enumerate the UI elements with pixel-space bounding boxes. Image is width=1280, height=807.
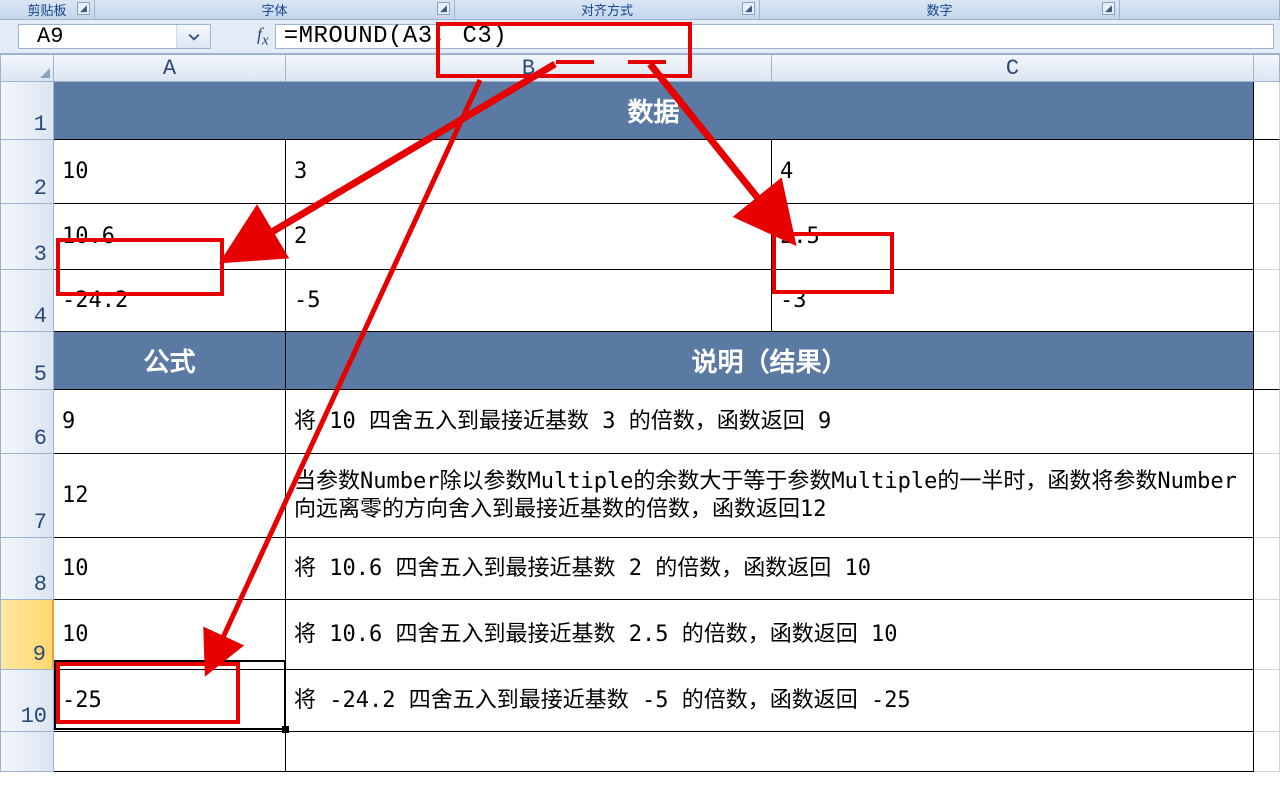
- cell-A2[interactable]: 10: [54, 140, 286, 204]
- cell-B4[interactable]: -5: [286, 270, 772, 332]
- cell-A3[interactable]: 10.6: [54, 204, 286, 270]
- row-8: 8 10 将 10.6 四舍五入到最接近基数 2 的倍数，函数返回 10: [0, 538, 1280, 600]
- ribbon-group-label: 字体: [261, 0, 287, 19]
- cell-A7[interactable]: 12: [54, 454, 286, 538]
- fx-icon[interactable]: fx: [251, 24, 275, 50]
- col-header-rest: [1254, 54, 1280, 82]
- row-header-3[interactable]: 3: [0, 204, 54, 270]
- row-7: 7 12 当参数Number除以参数Multiple的余数大于等于参数Multi…: [0, 454, 1280, 538]
- ribbon-group-label: 剪贴板: [27, 0, 66, 19]
- cell-B6[interactable]: 将 10 四舍五入到最接近基数 3 的倍数，函数返回 9: [286, 390, 1254, 454]
- name-box-value: A9: [19, 24, 176, 49]
- ribbon-group-rest: [1120, 0, 1280, 19]
- ribbon-group-alignment[interactable]: 对齐方式 ◢: [455, 0, 760, 19]
- cell-A6[interactable]: 9: [54, 390, 286, 454]
- row-1: 1 数据: [0, 82, 1280, 140]
- cell-B11[interactable]: [286, 732, 1254, 772]
- cell-B7[interactable]: 当参数Number除以参数Multiple的余数大于等于参数Multiple的一…: [286, 454, 1254, 538]
- cell-C4[interactable]: -3: [772, 270, 1254, 332]
- row-header-11[interactable]: [0, 732, 54, 772]
- name-box-dropdown[interactable]: [176, 25, 210, 48]
- ribbon-group-clipboard[interactable]: 剪贴板 ◢: [0, 0, 95, 19]
- cell-B5[interactable]: 说明（结果）: [286, 332, 1254, 390]
- ribbon-group-number[interactable]: 数字 ◢: [760, 0, 1120, 19]
- row-header-1[interactable]: 1: [0, 82, 54, 140]
- cell-C2[interactable]: 4: [772, 140, 1254, 204]
- ribbon-group-label: 数字: [926, 0, 952, 19]
- row-header-6[interactable]: 6: [0, 390, 54, 454]
- column-headers: A B C: [0, 54, 1280, 82]
- row-header-7[interactable]: 7: [0, 454, 54, 538]
- cell-A4[interactable]: -24.2: [54, 270, 286, 332]
- row-6: 6 9 将 10 四舍五入到最接近基数 3 的倍数，函数返回 9: [0, 390, 1280, 454]
- row-4: 4 -24.2 -5 -3: [0, 270, 1280, 332]
- name-box[interactable]: A9: [18, 24, 211, 49]
- cell-B8[interactable]: 将 10.6 四舍五入到最接近基数 2 的倍数，函数返回 10: [286, 538, 1254, 600]
- row-11: [0, 732, 1280, 772]
- cell-B2[interactable]: 3: [286, 140, 772, 204]
- row-header-9[interactable]: 9: [0, 600, 54, 670]
- ribbon-group-label: 对齐方式: [581, 0, 633, 19]
- cell-C3[interactable]: 2.5: [772, 204, 1254, 270]
- cell-B3[interactable]: 2: [286, 204, 772, 270]
- ribbon-group-labels: 剪贴板 ◢ 字体 ◢ 对齐方式 ◢ 数字 ◢: [0, 0, 1280, 20]
- cell-A11[interactable]: [54, 732, 286, 772]
- dialog-launcher-icon[interactable]: ◢: [77, 2, 90, 15]
- dialog-launcher-icon[interactable]: ◢: [437, 2, 450, 15]
- row-header-8[interactable]: 8: [0, 538, 54, 600]
- row-header-2[interactable]: 2: [0, 140, 54, 204]
- row-3: 3 10.6 2 2.5: [0, 204, 1280, 270]
- formula-text: =MROUND(A3, C3): [284, 23, 508, 50]
- formula-input[interactable]: =MROUND(A3, C3): [275, 24, 1274, 49]
- cell-A1[interactable]: 数据: [54, 82, 1254, 140]
- row-header-5[interactable]: 5: [0, 332, 54, 390]
- row-9: 9 10 将 10.6 四舍五入到最接近基数 2.5 的倍数，函数返回 10: [0, 600, 1280, 670]
- col-header-B[interactable]: B: [286, 54, 772, 82]
- cell-A5[interactable]: 公式: [54, 332, 286, 390]
- select-all-corner[interactable]: [0, 54, 54, 82]
- dialog-launcher-icon[interactable]: ◢: [1102, 2, 1115, 15]
- cell-A8[interactable]: 10: [54, 538, 286, 600]
- row-5: 5 公式 说明（结果）: [0, 332, 1280, 390]
- col-header-A[interactable]: A: [54, 54, 286, 82]
- formula-bar: A9 fx =MROUND(A3, C3): [0, 20, 1280, 54]
- formula-bar-buttons: fx: [251, 24, 275, 49]
- cell-B10[interactable]: 将 -24.2 四舍五入到最接近基数 -5 的倍数，函数返回 -25: [286, 670, 1254, 732]
- row-header-10[interactable]: 10: [0, 670, 54, 732]
- row-header-4[interactable]: 4: [0, 270, 54, 332]
- row-10: 10 -25 将 -24.2 四舍五入到最接近基数 -5 的倍数，函数返回 -2…: [0, 670, 1280, 732]
- dialog-launcher-icon[interactable]: ◢: [742, 2, 755, 15]
- ribbon-group-font[interactable]: 字体 ◢: [95, 0, 455, 19]
- cell-B9[interactable]: 将 10.6 四舍五入到最接近基数 2.5 的倍数，函数返回 10: [286, 600, 1254, 670]
- cell-A10[interactable]: -25: [54, 670, 286, 732]
- col-header-C[interactable]: C: [772, 54, 1254, 82]
- rows: 1 数据 2 10 3 4 3 10.6 2 2.5 4: [0, 82, 1280, 772]
- cell-A9[interactable]: 10: [54, 600, 286, 670]
- spreadsheet-grid[interactable]: A B C 1 数据 2 10 3 4 3 10.6: [0, 54, 1280, 807]
- chevron-down-icon: [188, 31, 200, 43]
- row-2: 2 10 3 4: [0, 140, 1280, 204]
